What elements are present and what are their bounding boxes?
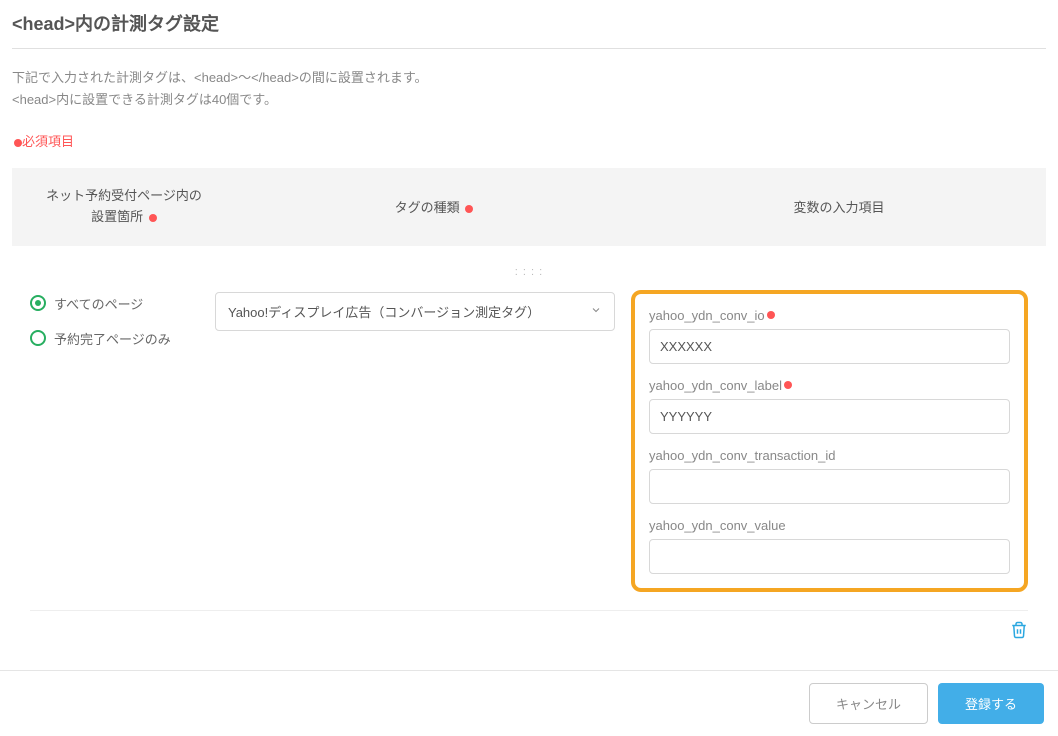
tag-row-panel: : : : : すべてのページ 予約完了ページのみ Yahoo!ディスプレイ広告…: [12, 260, 1046, 658]
field-label-transaction-id: yahoo_ydn_conv_transaction_id: [649, 448, 1010, 463]
header-tag-type: タグの種類: [224, 197, 644, 216]
radio-icon: [30, 295, 46, 311]
delete-row-button[interactable]: [1010, 621, 1028, 642]
radio-all-pages[interactable]: すべてのページ: [30, 294, 215, 313]
radio-icon: [30, 330, 46, 346]
page-scope-radio-group: すべてのページ 予約完了ページのみ: [30, 290, 215, 364]
required-dot-icon: [149, 214, 157, 222]
page-title: <head>内の計測タグ設定: [12, 0, 1046, 48]
field-label-conv-io: yahoo_ydn_conv_io: [649, 308, 1010, 323]
required-dot-icon: [465, 205, 473, 213]
radio-label: 予約完了ページのみ: [54, 329, 171, 348]
input-conv-label[interactable]: [649, 399, 1010, 434]
table-header: ネット予約受付ページ内の 設置箇所 タグの種類 変数の入力項目: [12, 168, 1046, 246]
page-description: 下記で入力された計測タグは、<head>〜</head>の間に設置されます。 <…: [12, 67, 1046, 111]
input-conv-value[interactable]: [649, 539, 1010, 574]
required-dot-icon: [784, 381, 792, 389]
trash-icon: [1010, 621, 1028, 639]
field-label-conv-value: yahoo_ydn_conv_value: [649, 518, 1010, 533]
radio-completion-page-only[interactable]: 予約完了ページのみ: [30, 329, 215, 348]
variables-highlight-box: yahoo_ydn_conv_io yahoo_ydn_conv_label y…: [631, 290, 1028, 592]
required-dot-icon: [14, 139, 22, 147]
footer-actions: キャンセル 登録する: [0, 670, 1058, 736]
submit-button[interactable]: 登録する: [938, 683, 1044, 724]
chevron-down-icon: [590, 304, 602, 319]
select-value: Yahoo!ディスプレイ広告（コンバージョン測定タグ）: [228, 302, 540, 321]
description-line-2: <head>内に設置できる計測タグは40個です。: [12, 89, 1046, 111]
header-variables: 変数の入力項目: [644, 197, 1034, 216]
description-line-1: 下記で入力された計測タグは、<head>〜</head>の間に設置されます。: [12, 67, 1046, 89]
required-fields-note: 必須項目: [12, 131, 1046, 150]
header-location: ネット予約受付ページ内の 設置箇所: [24, 186, 224, 228]
input-transaction-id[interactable]: [649, 469, 1010, 504]
input-conv-io[interactable]: [649, 329, 1010, 364]
drag-handle[interactable]: : : : :: [30, 260, 1028, 290]
cancel-button[interactable]: キャンセル: [809, 683, 928, 724]
required-dot-icon: [767, 311, 775, 319]
radio-label: すべてのページ: [54, 294, 143, 313]
tag-type-select[interactable]: Yahoo!ディスプレイ広告（コンバージョン測定タグ）: [215, 292, 615, 331]
field-label-conv-label: yahoo_ydn_conv_label: [649, 378, 1010, 393]
